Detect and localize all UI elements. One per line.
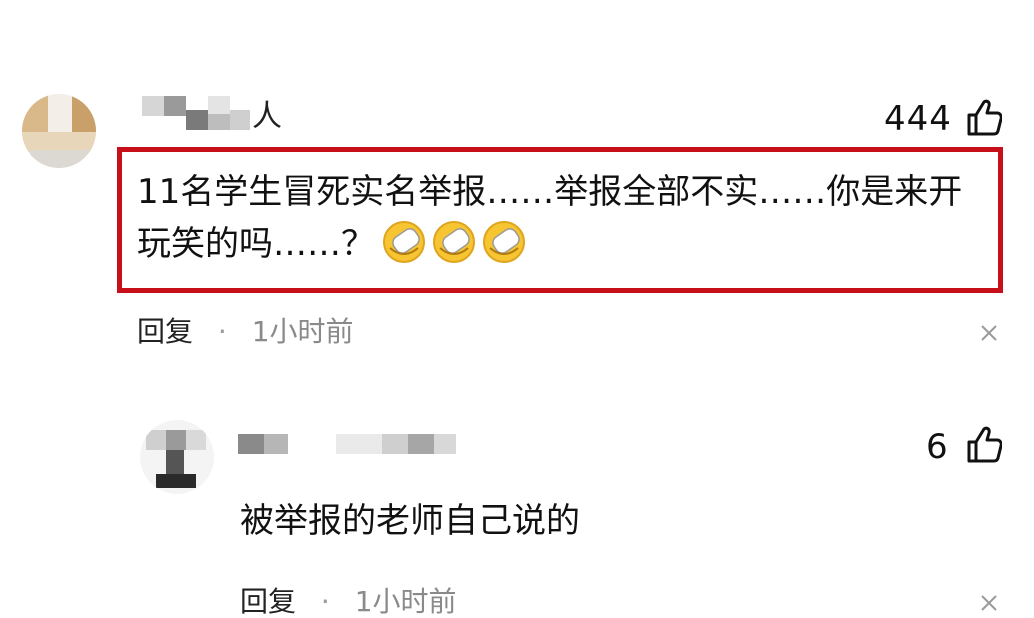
facepalm-emoji	[383, 221, 425, 263]
facepalm-emoji	[433, 221, 475, 263]
timestamp: 1小时前	[251, 315, 354, 348]
facepalm-emoji	[483, 221, 525, 263]
like-count: 6	[926, 427, 949, 467]
comment-meta: 回复 · 1小时前	[137, 318, 354, 346]
separator-dot: ·	[320, 585, 330, 618]
comment-text: 被举报的老师自己说的	[240, 501, 580, 541]
username-visible-char: 人	[252, 99, 282, 134]
close-icon[interactable]	[980, 594, 998, 616]
close-icon[interactable]	[980, 324, 998, 346]
avatar[interactable]	[22, 94, 96, 168]
timestamp: 1小时前	[354, 585, 457, 618]
username[interactable]: 人	[142, 96, 282, 136]
like-count: 444	[884, 99, 952, 139]
thumbs-up-icon[interactable]	[966, 99, 1003, 141]
comment-meta: 回复 · 1小时前	[240, 588, 457, 616]
comment-text-line-2: 玩笑的吗……？	[137, 224, 375, 264]
avatar[interactable]	[140, 420, 214, 494]
separator-dot: ·	[217, 315, 227, 348]
comment-thread: 人 444 11名学生冒死实名举报……举报全部不实……你是来开 玩笑的吗……？ …	[0, 0, 1034, 618]
reply-button[interactable]: 回复	[137, 315, 193, 348]
username[interactable]	[238, 434, 478, 458]
reply-button[interactable]: 回复	[240, 585, 296, 618]
comment-text-line-1: 11名学生冒死实名举报……举报全部不实……你是来开	[137, 172, 963, 212]
thumbs-up-icon[interactable]	[966, 426, 1003, 468]
